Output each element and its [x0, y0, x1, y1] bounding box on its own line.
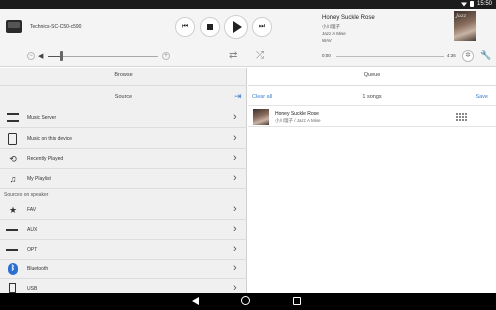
playlist-icon: ♫ — [9, 174, 17, 184]
optical-icon — [6, 244, 20, 256]
source-item-music-on-device[interactable]: Music on this device › — [0, 129, 247, 149]
bluetooth-icon: ᛒ — [6, 263, 20, 275]
save-button[interactable]: Save — [475, 94, 488, 100]
previous-icon: ⏮ — [181, 23, 189, 30]
sound-settings-icon[interactable]: ✲ — [462, 50, 474, 62]
source-item-opt[interactable]: OPT › — [0, 240, 247, 260]
album-art: Jazz — [454, 11, 476, 41]
chevron-right-icon: › — [233, 111, 237, 123]
queue-item[interactable]: Honey Suckle Rose 小川理子 / Jazz A Mise — [248, 107, 496, 127]
server-icon — [6, 112, 20, 124]
source-item-label: OPT — [27, 247, 38, 253]
wifi-icon — [460, 2, 467, 7]
chevron-right-icon: › — [233, 203, 237, 215]
source-item-label: Music Server — [27, 115, 57, 121]
source-item-label: AUX — [27, 227, 38, 233]
source-item-label: My Playlist — [27, 176, 51, 182]
chevron-right-icon: › — [233, 132, 237, 144]
queue-item-subtitle: 小川理子 / Jazz A Mise — [275, 118, 321, 123]
volume-thumb[interactable] — [60, 51, 64, 61]
source-item-label: Recently Played — [27, 156, 64, 162]
drag-handle-icon[interactable] — [456, 113, 467, 121]
source-item-label: FAV — [27, 207, 37, 213]
volume-control: − ◀ + ⇄ ⤮ — [0, 50, 300, 62]
stop-icon — [207, 24, 213, 30]
source-item-recently-played[interactable]: ⟲ Recently Played › — [0, 149, 247, 169]
exit-source-icon[interactable]: ⇥ — [234, 91, 242, 102]
status-icons: 15:50 — [460, 1, 492, 7]
speaker-device-icon[interactable] — [6, 20, 22, 33]
source-item-my-playlist[interactable]: ♫ My Playlist › — [0, 169, 247, 189]
next-icon: ⏭ — [258, 23, 266, 30]
source-item-bluetooth[interactable]: ᛒ Bluetooth › — [0, 259, 247, 279]
next-button[interactable]: ⏭ — [252, 17, 272, 37]
shuffle-icon[interactable]: ⤮ — [256, 50, 264, 61]
track-title: Honey Suckle Rose — [322, 15, 375, 21]
device-name[interactable]: Technics-SC-C50-c590 — [30, 24, 81, 30]
home-icon[interactable] — [241, 296, 250, 305]
speaker-sources-heading: Sources on speaker — [4, 192, 49, 198]
play-icon — [233, 21, 242, 33]
source-item-aux[interactable]: AUX › — [0, 220, 247, 240]
queue-title: Queue — [363, 72, 381, 78]
total-time: 4:36 — [447, 53, 456, 58]
browse-title: Browse — [114, 72, 133, 78]
queue-item-thumbnail — [253, 109, 269, 125]
chevron-right-icon: › — [233, 152, 237, 164]
source-item-music-server[interactable]: Music Server › — [0, 108, 247, 128]
speaker-icon: ◀ — [38, 53, 44, 60]
stop-button[interactable] — [200, 17, 220, 37]
track-artist: 小川理子 — [322, 24, 340, 29]
wrench-icon[interactable]: 🔧 — [480, 50, 491, 61]
chevron-right-icon: › — [233, 262, 237, 274]
source-item-label: USB — [27, 286, 38, 292]
repeat-icon[interactable]: ⇄ — [229, 50, 237, 61]
chevron-right-icon: › — [233, 243, 237, 255]
volume-up-button[interactable]: + — [162, 52, 170, 60]
status-time: 15:50 — [476, 1, 492, 7]
song-count: 1 songs — [362, 94, 382, 100]
battery-icon — [469, 1, 474, 7]
play-button[interactable] — [224, 15, 248, 39]
tablet-icon — [6, 133, 20, 145]
track-format: WAV — [322, 38, 332, 43]
star-icon: ★ — [8, 205, 18, 215]
source-item-label: Music on this device — [27, 136, 73, 142]
history-icon: ⟲ — [9, 154, 17, 164]
cable-icon — [6, 224, 20, 236]
chevron-right-icon: › — [233, 223, 237, 235]
source-item-fav[interactable]: ★ FAV › — [0, 200, 247, 220]
track-album: Jazz A Mise — [322, 31, 346, 36]
queue-item-title: Honey Suckle Rose — [275, 111, 319, 117]
source-item-label: Bluetooth — [27, 266, 49, 272]
previous-button[interactable]: ⏮ — [175, 17, 195, 37]
player-bar: Technics-SC-C50-c590 ⏮ ⏭ − ◀ + ⇄ ⤮ Honey… — [0, 9, 496, 67]
back-icon[interactable] — [192, 297, 199, 305]
divider — [248, 105, 496, 106]
source-title: Source — [114, 94, 133, 100]
divider — [0, 85, 247, 86]
album-art-text: Jazz — [456, 13, 467, 19]
elapsed-time: 0:00 — [322, 53, 331, 58]
volume-slider[interactable] — [48, 56, 158, 57]
chevron-right-icon: › — [233, 172, 237, 184]
source-item-usb[interactable]: USB › — [0, 279, 247, 294]
navigation-bar — [0, 293, 496, 310]
queue-panel: Queue Clear all 1 songs Save Honey Suckl… — [248, 68, 496, 293]
volume-down-button[interactable]: − — [27, 52, 35, 60]
divider — [248, 85, 496, 86]
status-bar: 15:50 — [0, 0, 496, 9]
browse-panel: Browse Source ⇥ Music Server › Music on … — [0, 68, 247, 294]
recent-apps-icon[interactable] — [293, 297, 301, 305]
seek-slider[interactable] — [336, 56, 444, 57]
